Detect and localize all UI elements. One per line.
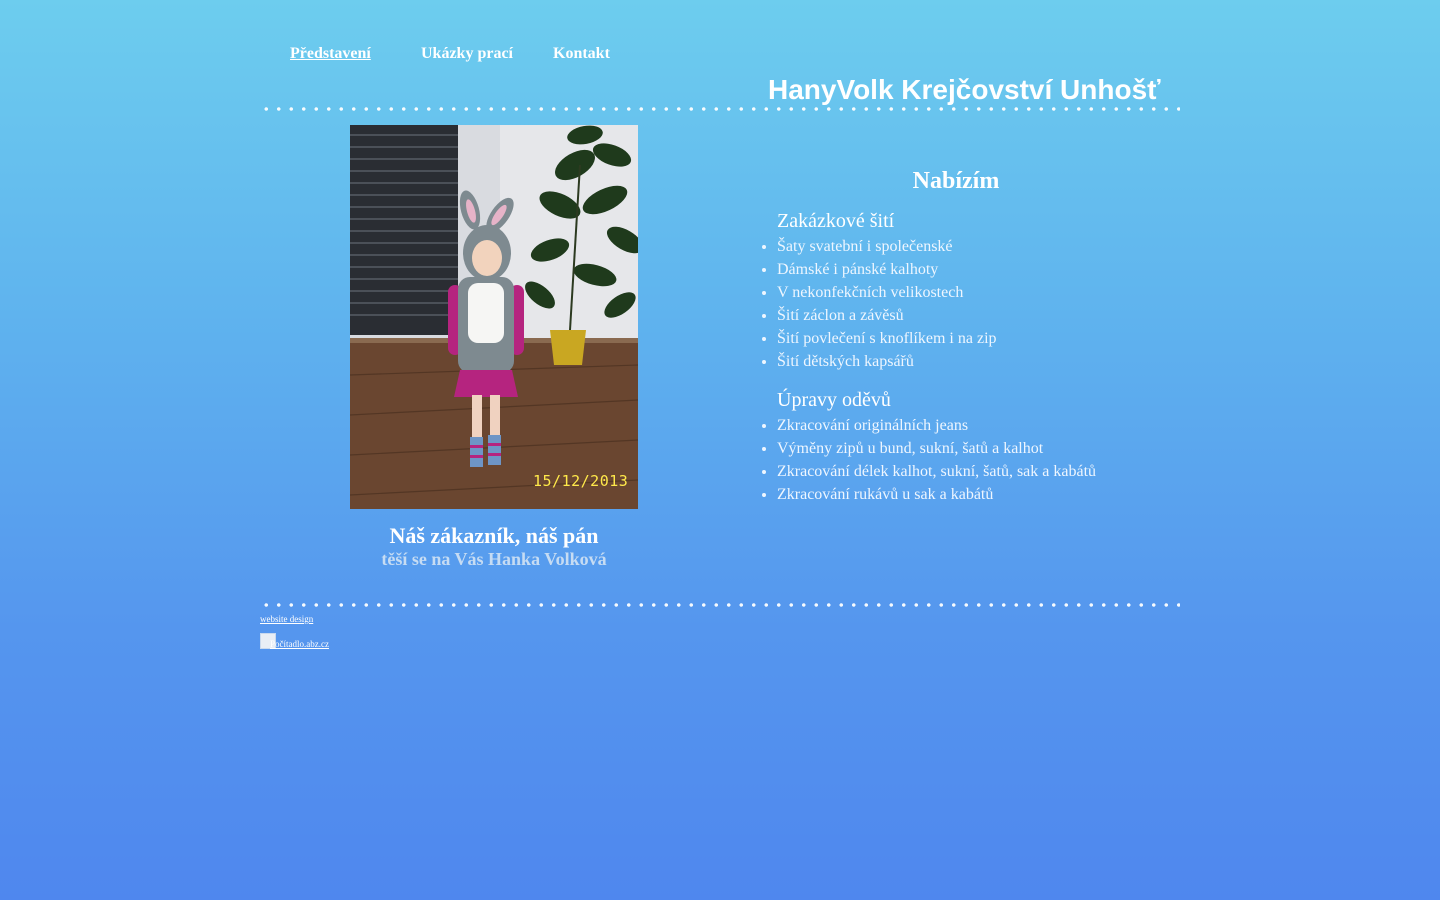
nav-item-ukazky-praci[interactable]: Ukázky prací (421, 45, 553, 63)
dotted-divider-bottom (260, 603, 1180, 607)
list-item: Šaty svatební i společenské (777, 235, 1160, 258)
list-item: Šití záclon a závěsů (777, 304, 1160, 327)
offer-section: Nabízím Zakázkové šití Šaty svatební i s… (760, 168, 1160, 506)
dotted-divider-top (260, 107, 1180, 111)
offer-list-tailoring: Šaty svatební i společenské Dámské i pán… (760, 235, 1160, 373)
counter-alt-text: Počítadlo.abz.cz (270, 639, 329, 649)
caption-signature: těší se na Vás Hanka Volková (381, 549, 607, 569)
nav-item-predstaveni[interactable]: Představení (290, 45, 421, 63)
customer-photo: 15/12/2013 (350, 125, 638, 509)
counter-link[interactable]: Počítadlo.abz.cz (260, 633, 329, 649)
list-item: Zkracování originálních jeans (777, 414, 1160, 437)
list-item: Výměny zipů u bund, sukní, šatů a kalhot (777, 437, 1160, 460)
offer-section-title: Úpravy oděvů (777, 389, 891, 411)
main-nav: Představení Ukázky prací Kontakt (290, 45, 610, 63)
website-design-link[interactable]: website design (260, 614, 313, 624)
list-item: Zkracování rukávů u sak a kabátů (777, 483, 1160, 506)
offer-section-title: Zakázkové šití (777, 210, 895, 232)
photo-date-stamp: 15/12/2013 (533, 472, 629, 490)
nav-item-kontakt[interactable]: Kontakt (553, 45, 610, 63)
photo-illustration (350, 125, 638, 509)
list-item: Dámské i pánské kalhoty (777, 258, 1160, 281)
list-item: Šití dětských kapsářů (777, 350, 1160, 373)
offer-heading: Nabízím (912, 168, 1000, 194)
list-item: V nekonfekčních velikostech (777, 281, 1160, 304)
caption-slogan: Náš zákazník, náš pán (389, 523, 599, 548)
offer-list-alterations: Zkracování originálních jeans Výměny zip… (760, 414, 1160, 506)
list-item: Zkracování délek kalhot, sukní, šatů, sa… (777, 460, 1160, 483)
list-item: Šití povlečení s knoflíkem i na zip (777, 327, 1160, 350)
site-title: HanyVolk Krejčovství Unhošť (768, 74, 1161, 105)
